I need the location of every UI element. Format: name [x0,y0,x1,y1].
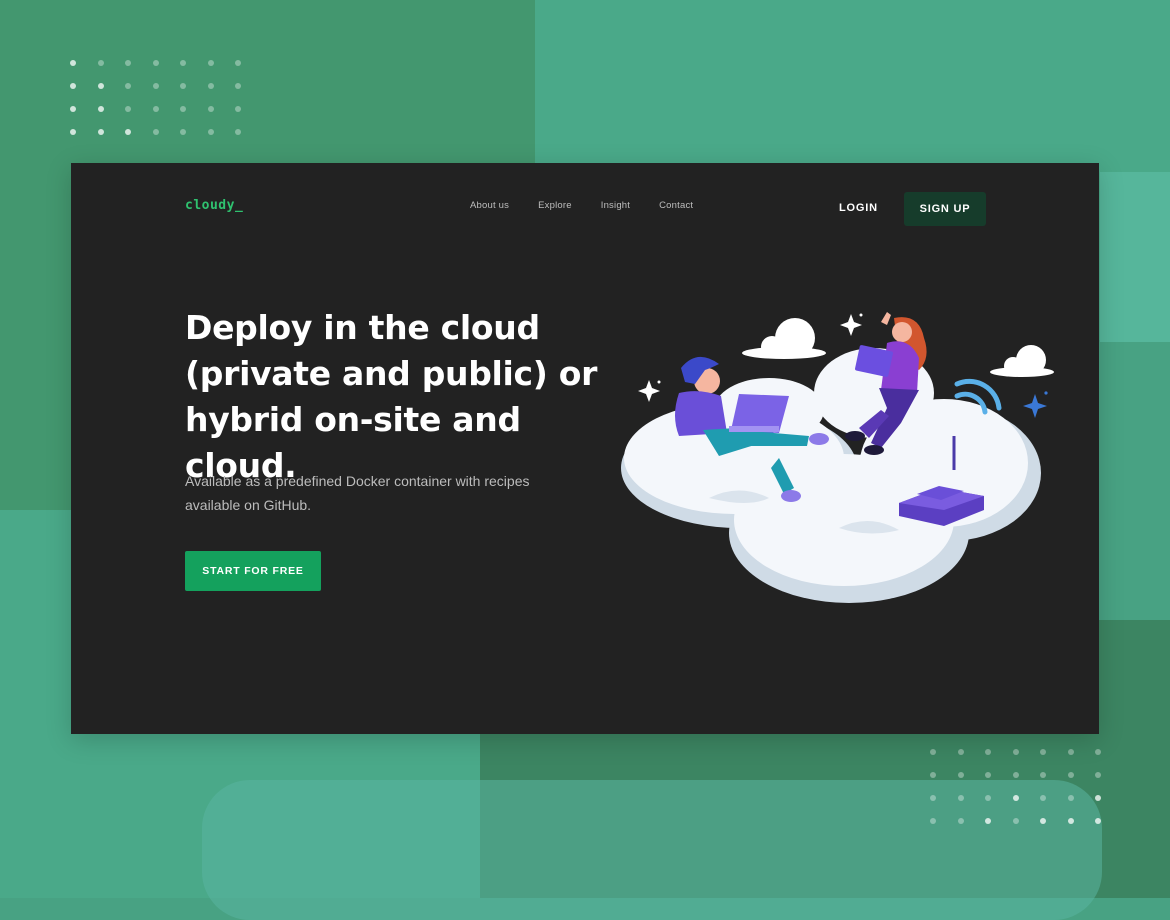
brand-logo[interactable]: cloudy_ [185,198,243,213]
sparkle-blue-icon [1023,391,1048,418]
start-for-free-label: START FOR FREE [202,565,304,577]
nav-link-explore[interactable]: Explore [538,200,572,211]
small-cloud-left [742,318,826,359]
nav-link-about-us[interactable]: About us [470,200,509,211]
small-cloud-right [990,345,1054,377]
hero-subtext-line-1: Available as a predefined Docker contain… [185,473,530,489]
big-cloud [621,348,1041,603]
hero-subtext: Available as a predefined Docker contain… [185,469,575,517]
dot-grid-top-left [70,60,241,135]
nav-link-contact[interactable]: Contact [659,200,693,211]
signup-button-label: SIGN UP [919,203,971,215]
hero-headline-line-2: (private and public) or [185,354,598,393]
start-for-free-button[interactable]: START FOR FREE [185,551,321,591]
hero-headline: Deploy in the cloud (private and public)… [185,305,625,489]
dot-grid-bottom-right [930,749,1101,824]
people-on-cloud-illustration [621,312,1054,603]
main-nav: About us Explore Insight Contact [470,200,722,211]
bg-panel-right-strip [1100,172,1170,342]
signup-button[interactable]: SIGN UP [904,192,986,226]
hero-headline-line-1: Deploy in the cloud [185,308,540,347]
hero-subtext-line-2: available on GitHub. [185,497,312,513]
website-frame: cloudy_ About us Explore Insight Contact… [71,163,1099,734]
login-button[interactable]: LOGIN [839,202,878,214]
nav-link-insight[interactable]: Insight [601,200,630,211]
